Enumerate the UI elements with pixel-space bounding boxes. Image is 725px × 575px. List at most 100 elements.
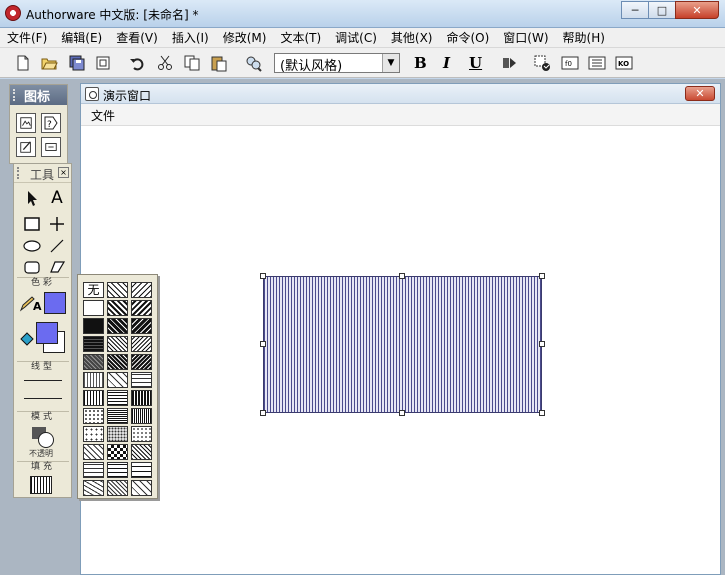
undo-icon[interactable] [126,52,148,74]
menu-window[interactable]: 窗口(W) [496,29,555,46]
display-icon[interactable] [16,113,36,133]
pattern-option[interactable] [107,372,128,388]
pattern-option[interactable] [107,318,128,334]
ellipse-tool-icon[interactable] [22,236,42,256]
copy-icon[interactable] [181,52,203,74]
menu-insert[interactable]: 插入(I) [165,29,216,46]
pattern-option[interactable] [83,480,104,496]
new-icon[interactable] [12,52,34,74]
cut-icon[interactable] [154,52,176,74]
resize-handle[interactable] [399,410,405,416]
presentation-menu-file[interactable]: 文件 [91,107,115,124]
decision-icon[interactable]: ? [41,113,61,133]
line-tool-icon[interactable] [47,236,67,256]
resize-handle[interactable] [539,341,545,347]
menu-debug[interactable]: 调试(C) [328,29,384,46]
resize-handle[interactable] [260,410,266,416]
crosshair-tool-icon[interactable] [47,214,67,234]
grip-icon[interactable] [13,89,17,101]
fill-bucket-icon[interactable] [17,330,37,350]
line-color-swatch[interactable] [44,292,66,314]
paste-icon[interactable] [208,52,230,74]
close-button[interactable]: ✕ [675,1,719,19]
import-icon[interactable] [92,52,114,74]
resize-handle[interactable] [260,341,266,347]
pattern-option[interactable] [83,426,104,442]
open-icon[interactable] [38,52,60,74]
pattern-option[interactable] [107,300,128,316]
pattern-option[interactable] [107,390,128,406]
pattern-option[interactable] [107,480,128,496]
pattern-option[interactable] [107,336,128,352]
menu-file[interactable]: 文件(F) [0,29,54,46]
menu-help[interactable]: 帮助(H) [556,29,612,46]
chevron-down-icon[interactable]: ▼ [382,54,399,72]
pattern-option[interactable] [83,354,104,370]
menu-modify[interactable]: 修改(M) [216,29,274,46]
pattern-none[interactable]: 无 [83,282,104,298]
pattern-option[interactable] [131,480,152,496]
pattern-option[interactable] [131,282,152,298]
resize-handle[interactable] [260,273,266,279]
tools-close-button[interactable]: × [58,167,69,178]
pattern-option[interactable] [131,390,152,406]
pattern-option[interactable] [131,408,152,424]
resize-handle[interactable] [399,273,405,279]
maximize-button[interactable]: □ [648,1,676,19]
pointer-tool-icon[interactable] [22,188,42,208]
pattern-option[interactable] [83,372,104,388]
variables-icon[interactable] [586,52,608,74]
foreground-color-swatch[interactable] [36,322,58,344]
pattern-option[interactable] [131,318,152,334]
pattern-option[interactable] [83,462,104,478]
pattern-option[interactable] [131,336,152,352]
run-icon[interactable] [498,52,520,74]
pattern-option[interactable] [83,336,104,352]
pattern-option[interactable] [107,426,128,442]
rectangle-tool-icon[interactable] [22,214,42,234]
pattern-option[interactable] [131,462,152,478]
menu-edit[interactable]: 编辑(E) [54,29,109,46]
pattern-option[interactable] [107,444,128,460]
menu-other[interactable]: 其他(X) [384,29,440,46]
interaction-icon[interactable] [41,137,61,157]
pattern-option[interactable] [131,372,152,388]
mode-opaque-circle-icon[interactable] [38,432,54,448]
save-all-icon[interactable] [66,52,88,74]
pattern-option[interactable] [83,318,104,334]
pattern-option[interactable] [107,282,128,298]
functions-icon[interactable]: f0 [559,52,581,74]
pattern-option[interactable] [131,300,152,316]
presentation-close-button[interactable]: ✕ [685,86,715,101]
rounded-rectangle-tool-icon[interactable] [22,257,42,277]
grip-icon[interactable] [17,167,21,179]
resize-handle[interactable] [539,410,545,416]
menu-commands[interactable]: 命令(O) [439,29,496,46]
pattern-option[interactable] [107,408,128,424]
minimize-button[interactable]: ─ [621,1,649,19]
polygon-tool-icon[interactable] [47,257,67,277]
text-tool[interactable]: A [47,188,67,208]
find-icon[interactable] [242,52,264,74]
pattern-option[interactable] [131,444,152,460]
pattern-option[interactable] [83,300,104,316]
pattern-option[interactable] [83,444,104,460]
text-style-select[interactable]: (默认风格) ▼ [274,53,400,74]
pattern-option[interactable] [83,408,104,424]
bold-button[interactable]: B [414,54,427,72]
italic-button[interactable]: I [443,54,450,72]
pattern-option[interactable] [107,354,128,370]
line-style-thin[interactable] [24,380,62,381]
menu-view[interactable]: 查看(V) [109,29,165,46]
patterned-rectangle[interactable] [263,276,542,413]
knowledge-objects-icon[interactable]: KO [613,52,635,74]
pattern-option[interactable] [131,354,152,370]
pattern-option[interactable] [107,462,128,478]
pattern-option[interactable] [83,390,104,406]
line-style-thick[interactable] [24,398,62,399]
menu-text[interactable]: 文本(T) [273,29,328,46]
underline-button[interactable]: U [469,54,482,72]
pattern-option[interactable] [131,426,152,442]
calculation-icon[interactable] [16,137,36,157]
control-panel-icon[interactable] [531,52,553,74]
